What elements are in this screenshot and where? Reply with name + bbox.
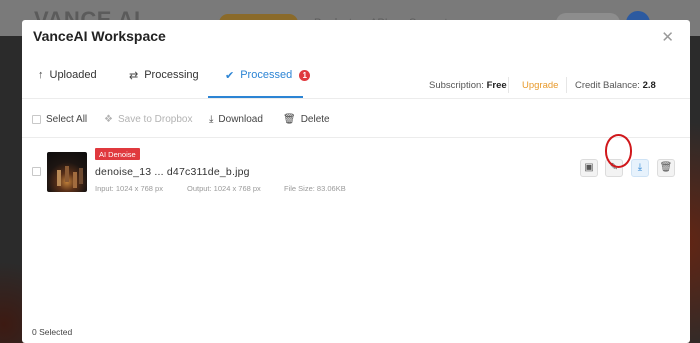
- download-icon: ⤓: [209, 114, 214, 125]
- workspace-modal: VanceAI Workspace ✕ ↑ Uploaded ⇄ Process…: [22, 20, 690, 343]
- upgrade-link[interactable]: Upgrade: [522, 80, 558, 91]
- file-row: AI Denoise denoise_13 ... d47c311de_b.jp…: [22, 139, 690, 193]
- ai-denoise-tag: AI Denoise: [95, 148, 140, 160]
- file-delete-button[interactable]: 🗑: [657, 159, 675, 177]
- subscription-label: Subscription:: [429, 80, 484, 91]
- selected-count: 0 Selected: [32, 327, 73, 337]
- credit-label: Credit Balance:: [575, 80, 640, 91]
- processed-count-badge: 1: [299, 69, 311, 81]
- upload-arrow-icon: ↑: [38, 69, 44, 81]
- trash-icon: 🗑: [283, 114, 296, 125]
- tab-uploaded[interactable]: ↑ Uploaded: [38, 62, 97, 88]
- save-to-dropbox-button[interactable]: ❖ Save to Dropbox: [104, 114, 192, 125]
- file-name: denoise_13 ... d47c311de_b.jpg: [95, 166, 250, 178]
- active-tab-indicator: [208, 96, 303, 98]
- edit-icon: ✎: [609, 162, 619, 173]
- credit-balance: Credit Balance: 2.8: [575, 80, 656, 91]
- edit-button[interactable]: ✎: [605, 159, 623, 177]
- delete-label: Delete: [300, 114, 330, 125]
- image-compare-icon: ▣: [584, 162, 594, 173]
- tab-label: Processing: [144, 69, 199, 81]
- file-thumbnail[interactable]: [47, 152, 87, 192]
- download-icon: ⤓: [637, 162, 643, 173]
- save-to-dropbox-label: Save to Dropbox: [117, 114, 193, 125]
- file-size: File Size: 83.06KB: [284, 184, 346, 193]
- subscription-plan: Free: [486, 80, 507, 91]
- close-icon[interactable]: ✕: [661, 28, 674, 46]
- refresh-icon: ⇄: [129, 69, 139, 82]
- modal-title: VanceAI Workspace: [33, 28, 166, 44]
- tab-processing[interactable]: ⇄ Processing: [129, 62, 199, 88]
- download-label: Download: [218, 114, 263, 125]
- dropbox-icon: ❖: [104, 114, 113, 125]
- tab-processed[interactable]: ✔ Processed 1: [225, 62, 311, 88]
- check-circle-icon: ✔: [225, 69, 235, 82]
- file-download-button[interactable]: ⤓: [631, 159, 649, 177]
- tab-label: Processed: [240, 69, 293, 81]
- divider: [508, 77, 509, 93]
- compare-image-button[interactable]: ▣: [580, 159, 598, 177]
- file-output-size: Output: 1024 x 768 px: [187, 184, 261, 193]
- file-checkbox[interactable]: [32, 167, 41, 176]
- select-all-checkbox[interactable]: Select All: [32, 114, 87, 125]
- credit-value: 2.8: [642, 80, 656, 91]
- download-button[interactable]: ⤓ Download: [209, 114, 263, 125]
- toolbar: Select All ❖ Save to Dropbox ⤓ Download …: [22, 100, 690, 138]
- tab-label: Uploaded: [49, 69, 97, 81]
- delete-button[interactable]: 🗑 Delete: [283, 114, 330, 125]
- tabs-bar: ↑ Uploaded ⇄ Processing ✔ Processed 1 Su…: [22, 51, 690, 99]
- select-all-label: Select All: [46, 114, 88, 125]
- trash-icon: 🗑: [659, 162, 673, 173]
- checkbox[interactable]: [32, 115, 41, 124]
- subscription-status: Subscription: Free: [429, 80, 507, 91]
- file-input-size: Input: 1024 x 768 px: [95, 184, 163, 193]
- divider: [566, 77, 567, 93]
